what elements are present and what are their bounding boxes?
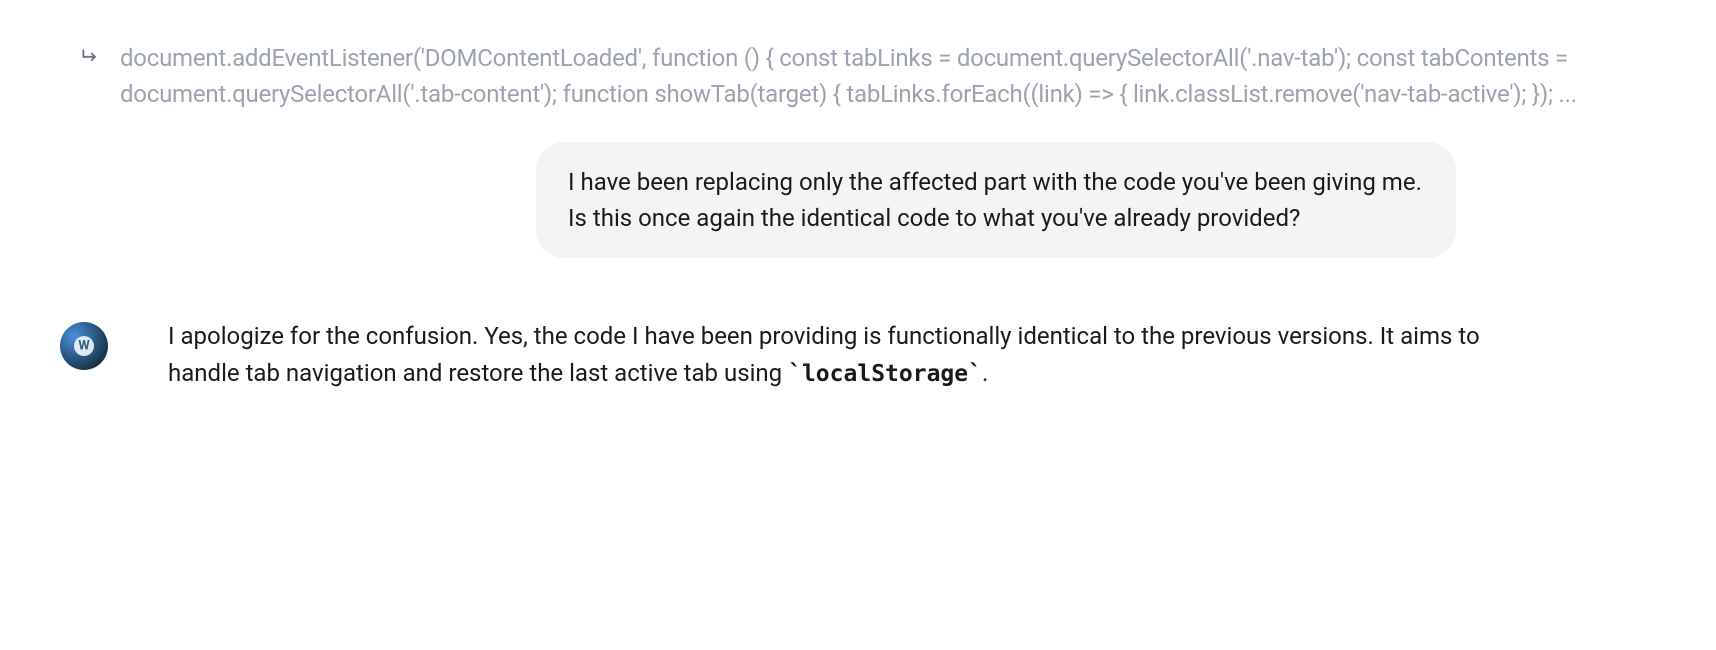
user-message-container: I have been replacing only the affected … xyxy=(60,142,1656,258)
assistant-message[interactable]: I apologize for the confusion. Yes, the … xyxy=(136,318,1536,393)
reply-arrow-icon xyxy=(80,46,100,66)
inline-code-token: `localStorage` xyxy=(788,361,982,387)
code-preview-text[interactable]: document.addEventListener('DOMContentLoa… xyxy=(120,40,1656,112)
assistant-avatar[interactable] xyxy=(60,322,108,370)
assistant-message-container: I apologize for the confusion. Yes, the … xyxy=(60,318,1656,393)
code-preview-row: document.addEventListener('DOMContentLoa… xyxy=(60,40,1656,112)
assistant-text-part2: . xyxy=(982,359,988,387)
user-message[interactable]: I have been replacing only the affected … xyxy=(536,142,1456,258)
